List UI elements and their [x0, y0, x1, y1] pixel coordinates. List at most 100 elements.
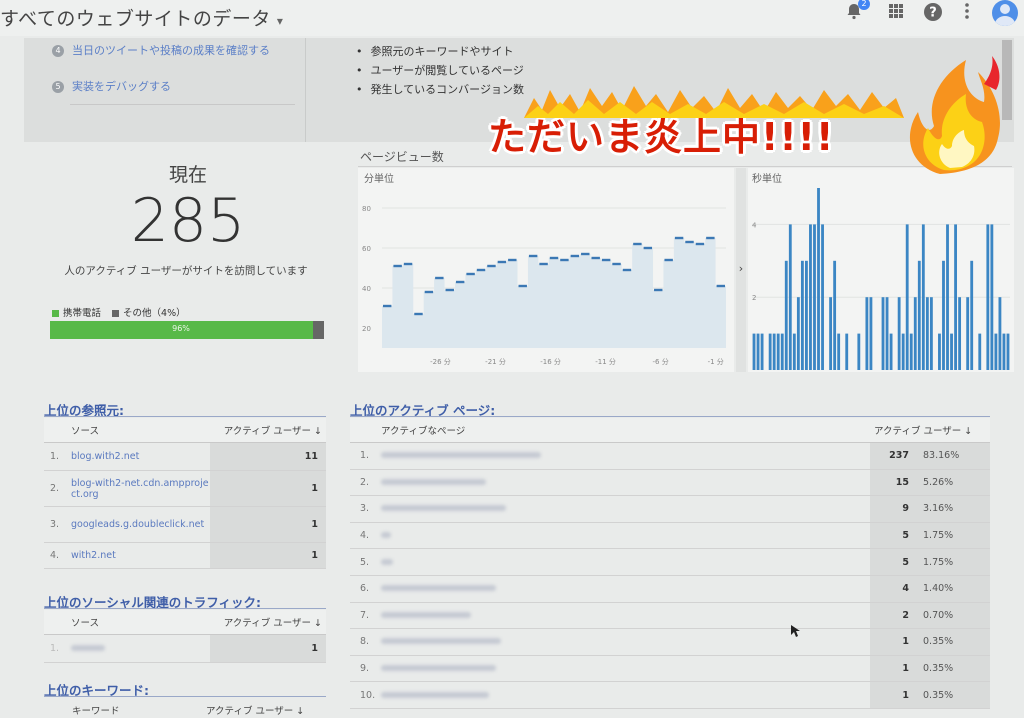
source-link[interactable]: googleads.g.doubleclick.net — [70, 506, 210, 543]
step-link-5[interactable]: 5 実装をデバッグする — [52, 78, 171, 94]
table-row: 10. 1 0.35% — [350, 681, 990, 709]
y-tick-label: 60 — [362, 245, 371, 253]
divider — [350, 416, 990, 417]
data-point — [435, 276, 444, 280]
bar — [768, 333, 772, 370]
row-number: 2. — [350, 469, 380, 497]
flame-icon — [909, 56, 1000, 174]
bar — [813, 224, 816, 370]
data-point — [612, 262, 621, 266]
bar — [780, 333, 784, 370]
bar — [845, 333, 849, 370]
data-point — [591, 256, 600, 260]
table-row: 2. 15 5.26% — [350, 469, 990, 497]
divider — [44, 608, 326, 609]
source-link[interactable]: blog.with2.net — [70, 442, 210, 471]
active-users-value: 2 — [870, 602, 917, 630]
bar — [800, 260, 804, 370]
step-link-4[interactable]: 4 当日のツイートや投稿の成果を確認する — [52, 42, 270, 58]
data-point — [497, 260, 507, 264]
row-number: 1. — [44, 442, 70, 471]
divider — [44, 416, 326, 417]
bar — [950, 333, 953, 370]
per-second-chart: 秒単位 42 — [748, 168, 1014, 372]
data-point — [654, 288, 663, 292]
row-number: 3. — [350, 495, 380, 523]
more-vert-icon[interactable] — [955, 2, 979, 26]
col-header-active-page[interactable]: アクティブなページ — [380, 418, 870, 443]
bar — [925, 297, 929, 370]
col-header-active-users[interactable]: アクティブ ユーザー ↓ — [210, 610, 326, 635]
property-title: すべてのウェブサイトのデータ — [0, 8, 271, 30]
active-users-percent: 3.16% — [917, 495, 990, 523]
bar — [752, 333, 756, 370]
data-point — [695, 242, 705, 246]
bar — [829, 297, 833, 370]
active-users-percent: 5.26% — [917, 469, 990, 497]
col-header-active-users[interactable]: アクティブ ユーザー ↓ — [210, 418, 326, 443]
bar — [833, 260, 837, 370]
col-header-source[interactable]: ソース — [70, 610, 210, 635]
area-fill — [382, 238, 726, 348]
col-header-active-users[interactable]: アクティブ ユーザー ↓ — [206, 703, 304, 717]
row-number: 8. — [350, 628, 380, 656]
bar — [865, 297, 869, 370]
active-users-value: 1 — [210, 634, 326, 663]
source-link[interactable]: with2.net — [70, 542, 210, 569]
table-row: 5. 5 1.75% — [350, 548, 990, 576]
data-point — [716, 284, 725, 288]
per-second-svg: 42 — [752, 188, 1010, 370]
table-row: 4. with2.net 1 — [44, 542, 326, 569]
redacted-page-link[interactable] — [380, 681, 870, 709]
col-header-keyword[interactable]: キーワード — [72, 703, 120, 717]
active-users-percent: 1.75% — [917, 548, 990, 576]
redacted-page-link[interactable] — [380, 495, 870, 523]
redacted-page-link[interactable] — [380, 575, 870, 603]
bar — [809, 224, 812, 370]
chevron-right-icon[interactable]: › — [736, 262, 746, 275]
avatar[interactable] — [992, 0, 1018, 26]
data-point — [476, 268, 486, 272]
data-point — [487, 264, 496, 268]
svg-text:?: ? — [929, 6, 937, 21]
data-point — [685, 240, 694, 244]
redacted-page-link[interactable] — [380, 469, 870, 497]
device-legend: 携帯電話 その他（4%） — [52, 305, 186, 319]
bar — [817, 188, 820, 370]
redacted-page-link[interactable] — [380, 655, 870, 683]
per-minute-svg: 80 60 40 20 -26 分 -21 分 -16 分 -11 分 -6 分 -1 分 — [362, 205, 726, 366]
row-number: 9. — [350, 655, 380, 683]
x-tick-label: -21 分 — [485, 357, 506, 366]
row-number: 4. — [350, 522, 380, 550]
table-row: 7. 2 0.70% — [350, 602, 990, 630]
pageviews-title: ページビュー数 — [360, 150, 444, 164]
step-label: 当日のツイートや投稿の成果を確認する — [72, 44, 270, 57]
legend-other: その他（4%） — [123, 308, 186, 319]
bar — [885, 297, 889, 370]
property-selector[interactable]: すべてのウェブサイトのデータ ▾ — [0, 4, 283, 31]
apps-grid-icon[interactable] — [884, 2, 908, 26]
step-label: 実装をデバッグする — [72, 80, 171, 93]
y-tick-label: 2 — [752, 294, 756, 302]
notification-badge: 2 — [858, 0, 870, 10]
col-header-active-users[interactable]: アクティブ ユーザー ↓ — [870, 418, 990, 443]
redacted-page-link[interactable] — [380, 548, 870, 576]
redacted-page-link[interactable] — [380, 442, 870, 470]
active-users-percent: 83.16% — [917, 442, 990, 470]
data-point — [424, 290, 434, 294]
col-header-source[interactable]: ソース — [70, 418, 210, 443]
bar — [881, 297, 885, 370]
help-icon[interactable]: ? — [921, 2, 945, 26]
table-row: 8. 1 0.35% — [350, 628, 990, 656]
table-row: 1. blog.with2.net 11 — [44, 442, 326, 471]
active-pages-table: アクティブなページ アクティブ ユーザー ↓ 1. 237 83.16% 2. 15 5.… — [350, 418, 990, 709]
source-link[interactable]: blog-with2-net.cdn.ampproject.org — [70, 470, 210, 507]
row-number: 2. — [44, 470, 70, 507]
active-users-value: 9 — [870, 495, 917, 523]
redacted-source[interactable] — [70, 634, 210, 663]
redacted-page-link[interactable] — [380, 522, 870, 550]
mobile-percent-label: 96% — [172, 324, 190, 333]
data-point — [403, 262, 413, 266]
per-minute-chart: 分単位 80 60 40 20 -26 分 -21 分 -16 分 -11 分 -6 分 -1 分 — [358, 168, 734, 372]
step-number: 5 — [52, 81, 64, 93]
